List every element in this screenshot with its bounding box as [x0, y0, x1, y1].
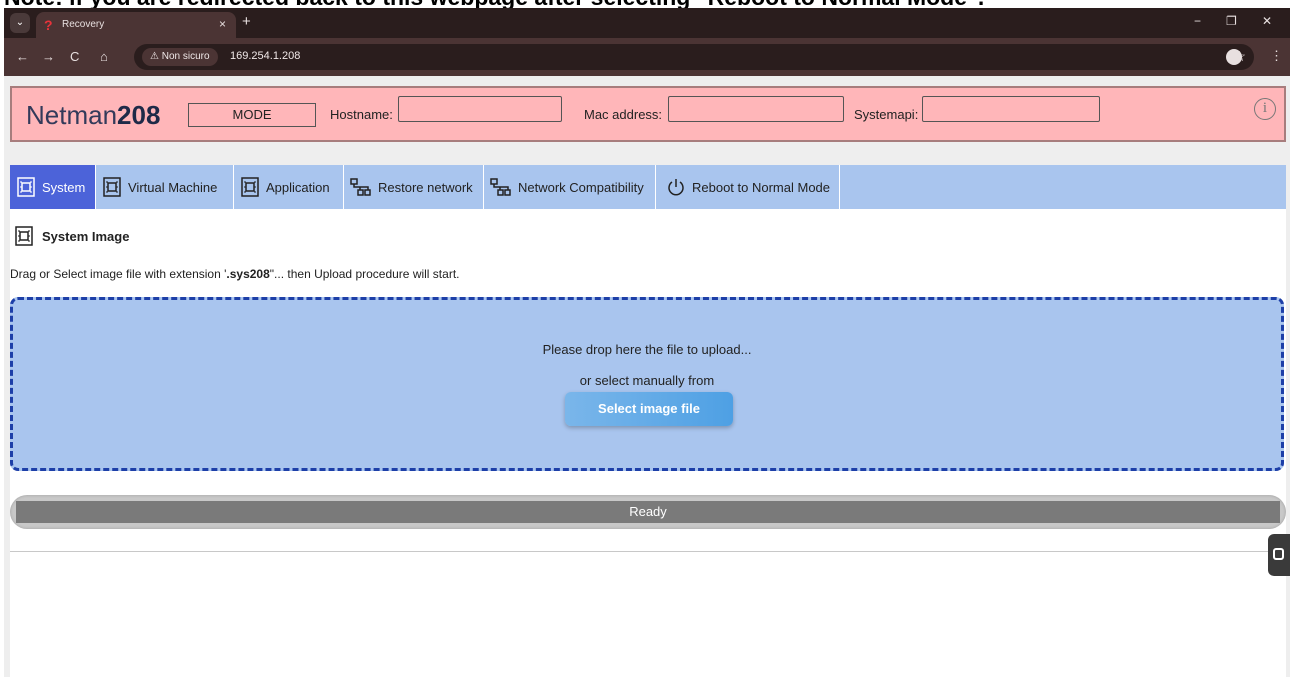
- select-image-file-button[interactable]: Select image file: [565, 392, 733, 426]
- divider: [10, 551, 1286, 552]
- side-panel-handle[interactable]: [1268, 534, 1290, 576]
- tab-system[interactable]: System: [10, 165, 96, 209]
- upload-instructions: Drag or Select image file with extension…: [10, 267, 459, 281]
- main-tabs: System Virtual Machine Application Resto…: [10, 165, 1286, 209]
- browser-tabbar: ⌄ ? Recovery × + − ❐ ✕: [4, 8, 1290, 38]
- main-content: System Image Drag or Select image file w…: [10, 209, 1286, 677]
- tab-search-button[interactable]: ⌄: [10, 13, 30, 33]
- device-header: Netman208 MODE Hostname: Mac address: Sy…: [10, 86, 1286, 142]
- drop-hint: Please drop here the file to upload...: [542, 342, 752, 357]
- systemapi-label: Systemapi:: [854, 107, 919, 122]
- tab-restore-network-label: Restore network: [378, 179, 473, 195]
- mode-indicator: MODE: [188, 103, 316, 127]
- info-icon[interactable]: i: [1254, 98, 1276, 120]
- mac-address-label: Mac address:: [584, 107, 663, 122]
- forward-button[interactable]: →: [42, 49, 55, 64]
- side-panel-icon: [1273, 548, 1284, 560]
- security-indicator[interactable]: ⚠ Non sicuro: [142, 48, 218, 66]
- browser-window: ⌄ ? Recovery × + − ❐ ✕ ← → C ⌂ ⚠ Non sic…: [4, 8, 1290, 677]
- close-window-button[interactable]: ✕: [1262, 14, 1272, 28]
- favicon-icon: ?: [44, 17, 53, 33]
- reload-button[interactable]: C: [70, 49, 79, 64]
- page-caption: Note: if you are redirected back to this…: [0, 0, 1290, 8]
- section-title: System Image: [14, 225, 129, 247]
- power-icon: [668, 179, 684, 196]
- select-hint: or select manually from: [579, 373, 715, 388]
- chip-icon: [103, 177, 121, 197]
- new-tab-button[interactable]: +: [242, 13, 251, 30]
- address-bar[interactable]: ⚠ Non sicuro 169.254.1.208 ☆: [134, 44, 1254, 70]
- hostname-field[interactable]: [398, 96, 562, 122]
- browser-toolbar: ← → C ⌂ ⚠ Non sicuro 169.254.1.208 ☆: [4, 38, 1290, 76]
- tab-application[interactable]: Application: [234, 165, 344, 209]
- tab-reboot-normal-mode[interactable]: Reboot to Normal Mode: [656, 165, 840, 209]
- browser-tab-title: Recovery: [62, 19, 105, 30]
- browser-menu-icon[interactable]: ⋮: [1270, 48, 1283, 64]
- file-extension: .sys208: [226, 267, 270, 281]
- tab-network-compatibility-label: Network Compatibility: [518, 179, 644, 195]
- chip-icon: [241, 177, 259, 197]
- mac-address-field[interactable]: [668, 96, 844, 122]
- progress-status: Ready: [629, 504, 667, 519]
- network-icon: [350, 178, 371, 196]
- tab-reboot-label: Reboot to Normal Mode: [692, 179, 831, 195]
- instr-suffix: "... then Upload procedure will start.: [269, 267, 460, 281]
- tab-network-compatibility[interactable]: Network Compatibility: [484, 165, 656, 209]
- page-body: Netman208 MODE Hostname: Mac address: Sy…: [4, 76, 1290, 677]
- tab-application-label: Application: [266, 179, 330, 195]
- profile-avatar[interactable]: [1226, 49, 1242, 65]
- tab-virtual-machine-label: Virtual Machine: [128, 179, 218, 195]
- minimize-button[interactable]: −: [1194, 14, 1201, 28]
- browser-tab[interactable]: ? Recovery ×: [36, 12, 236, 38]
- logo-text: Netman: [26, 100, 118, 130]
- home-button[interactable]: ⌂: [100, 49, 108, 64]
- chip-icon: [17, 177, 35, 197]
- maximize-button[interactable]: ❐: [1226, 14, 1237, 28]
- systemapi-field[interactable]: [922, 96, 1100, 122]
- section-title-text: System Image: [42, 228, 130, 244]
- hostname-label: Hostname:: [330, 107, 393, 122]
- chip-icon: [15, 226, 33, 246]
- url-text[interactable]: 169.254.1.208: [230, 50, 300, 62]
- tab-virtual-machine[interactable]: Virtual Machine: [96, 165, 234, 209]
- network-icon: [490, 178, 511, 196]
- logo-number: 208: [117, 100, 161, 130]
- tab-restore-network[interactable]: Restore network: [344, 165, 484, 209]
- upload-progress-bar: Ready: [10, 495, 1286, 529]
- logo: Netman208: [26, 100, 160, 131]
- back-button[interactable]: ←: [16, 49, 29, 64]
- file-dropzone[interactable]: Please drop here the file to upload... o…: [10, 297, 1284, 471]
- instr-prefix: Drag or Select image file with extension…: [10, 267, 227, 281]
- tab-close-icon[interactable]: ×: [219, 17, 226, 31]
- tab-system-label: System: [42, 179, 86, 195]
